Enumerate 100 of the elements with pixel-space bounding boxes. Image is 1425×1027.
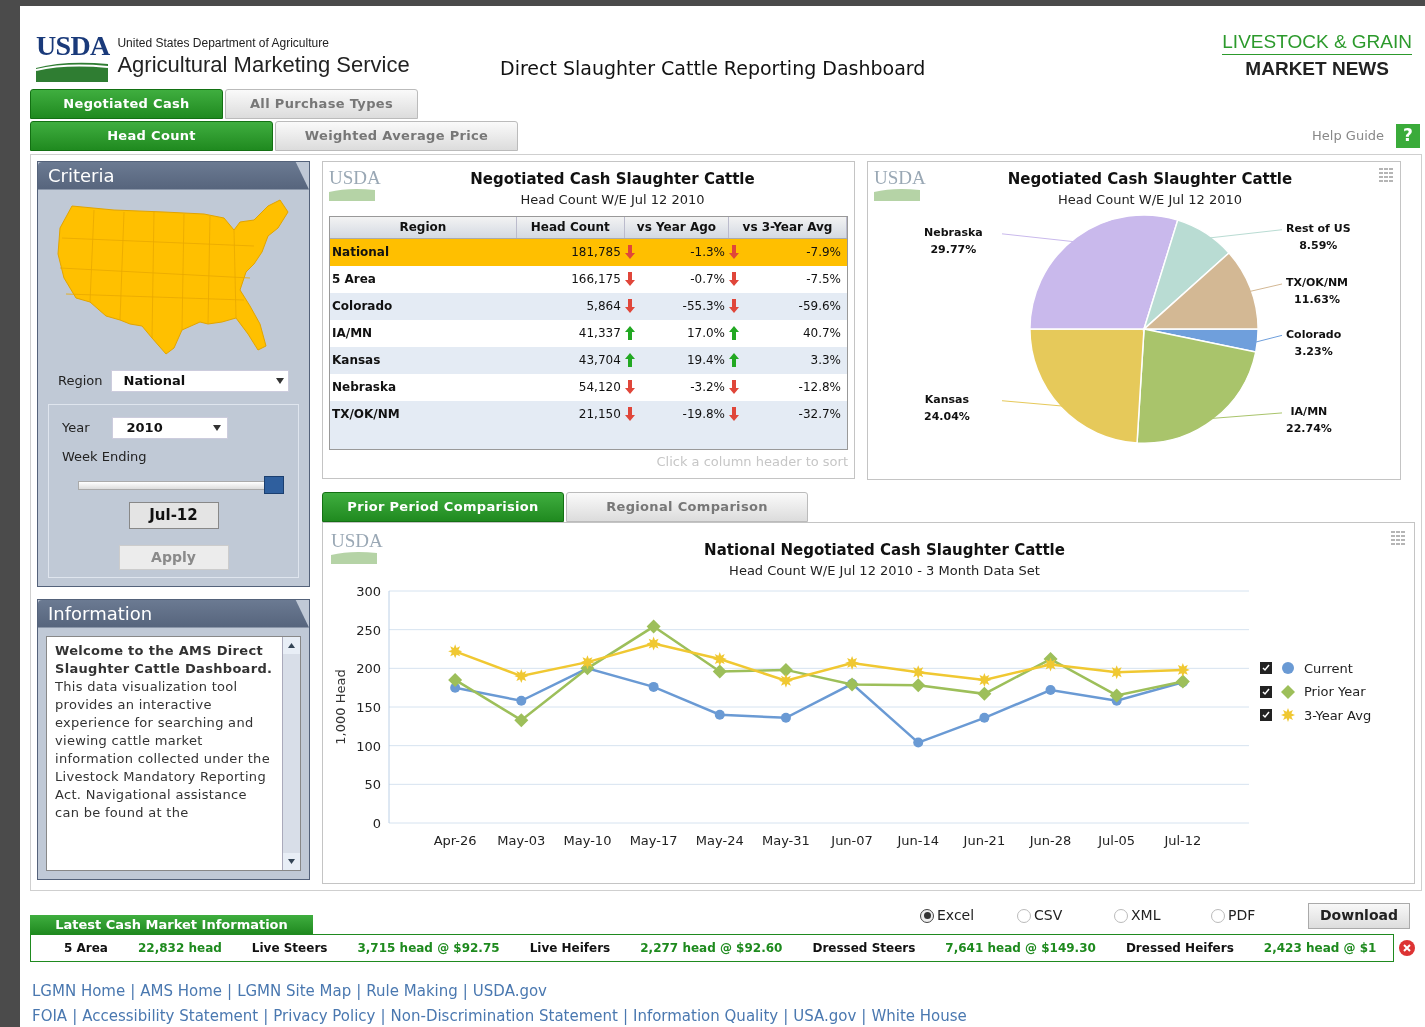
tab[interactable]: Prior Period Comparision [322,491,564,522]
scroll-down-icon[interactable] [283,852,300,870]
leader-line [1254,334,1283,343]
field-logo-icon [329,186,375,201]
table-cell-text: -12.8% [798,379,841,396]
footer-link[interactable]: Information Quality [632,1004,779,1027]
radio-button[interactable] [1114,908,1128,923]
year-dropdown[interactable]: 2010 [111,416,228,439]
footer-link[interactable]: Accessibility Statement [82,1004,259,1027]
link-separator: | [861,1005,867,1027]
link-separator: | [783,1005,789,1027]
dashboard-title: Direct Slaughter Cattle Reporting Dashboard [500,56,926,81]
table-cell-text: -19.8% [682,406,725,423]
tick-label: May-10 [563,832,612,848]
menu-grip-icon[interactable] [1390,530,1406,545]
footer-link[interactable]: Non-Discrimination Statement [390,1004,618,1027]
close-icon[interactable] [1398,939,1416,957]
table-cell-text: Kansas [331,352,382,369]
circle-point [913,737,924,748]
tick-label: May-17 [629,832,678,848]
legend-checkbox[interactable] [1260,709,1272,722]
tab[interactable]: All Purchase Types [225,88,418,119]
panel-title: Information [48,602,153,626]
footer-link[interactable]: AMS Home [140,980,223,1003]
legend-checkbox[interactable] [1260,662,1272,675]
table-cell-text: 5 Area [331,271,377,288]
table-cell-text: -3.2% [690,379,725,396]
week-value: Jul-12 [128,502,219,529]
tab[interactable]: Weighted Average Price [275,120,518,151]
radio-button[interactable] [1211,908,1225,923]
tab[interactable]: Negotiated Cash [30,88,223,119]
tab[interactable]: Head Count [30,120,273,151]
check-icon [1262,687,1270,696]
tick-label: Jun-14 [897,832,939,848]
ticker-label: Dressed Steers [812,940,916,957]
radio-button[interactable] [920,908,934,923]
column-header[interactable]: vs 3-Year Avg [729,216,847,238]
brand-subtitle: MARKET NEWS [1245,56,1389,81]
star-point [845,655,860,670]
table-row[interactable]: Nebraska 54,120 -3.2% -12.8% [330,373,847,401]
column-header[interactable]: Head Count [516,216,625,238]
radio-label: CSV [1034,906,1064,925]
tab[interactable]: Regional Comparison [566,491,808,522]
footer-link[interactable]: FOIA [32,1004,68,1027]
scrollbar[interactable] [282,636,300,870]
slice-value: 11.63% [1294,292,1340,309]
slider-thumb[interactable] [264,476,284,494]
legend-checkbox[interactable] [1260,685,1272,698]
slice-label: Nebraska [924,225,983,242]
table-subtitle: Head Count W/E Jul 12 2010 [520,191,705,209]
table-row[interactable]: IA/MN 41,337 17.0% 40.7% [330,319,847,347]
usda-logo: USDA [36,32,110,60]
footer-link[interactable]: Rule Making [366,980,458,1003]
link-separator: | [227,981,233,1002]
diamond-point [514,712,529,727]
ticker-value: 7,641 head @ $149.30 [945,940,1096,957]
chart-title: National Negotiated Cash Slaughter Cattle [704,539,1065,561]
table-cell-text: 43,704 [577,352,622,369]
check-icon [1262,664,1270,673]
ticker-value: 3,715 head @ $92.75 [357,940,500,957]
table-cell-text: IA/MN [331,325,374,342]
diamond-point [646,619,661,634]
sort-hint: Click a column header to sort [656,453,848,471]
usda-logo: USDA [874,167,926,187]
region-dropdown[interactable]: National [110,369,289,392]
tick-label: 0 [372,815,381,831]
footer-link[interactable]: Privacy Policy [273,1004,376,1027]
download-button[interactable]: Download [1308,902,1410,929]
table-cell-text: 54,120 [577,379,622,396]
circle-point [979,712,990,723]
column-header[interactable]: vs Year Ago [624,216,730,238]
tick-label: 50 [364,776,381,792]
tick-label: Jun-07 [831,832,873,848]
table-row[interactable]: 5 Area 166,175 -0.7% -7.5% [330,265,847,293]
field-logo-icon [874,186,920,201]
radio-label: PDF [1228,906,1257,925]
column-header[interactable]: Region [330,216,517,238]
star-point [778,673,793,688]
footer-link[interactable]: White House [871,1004,967,1027]
footer-link[interactable]: USA.gov [793,1004,857,1027]
footer-link[interactable]: LGMN Home [32,980,126,1003]
table-row[interactable]: National 181,785 -1.3% -7.9% [330,238,847,266]
footer-link[interactable]: USDA.gov [472,980,547,1003]
scroll-up-icon[interactable] [283,636,300,654]
star-point [712,651,727,666]
leader-line [1212,411,1283,419]
slice-value: 3.23% [1294,343,1333,360]
axis-title: 1,000 Head [333,668,348,745]
help-button[interactable]: ? [1396,123,1420,148]
circle-point [648,681,659,692]
star-point [977,672,992,687]
link-separator: | [356,981,362,1002]
menu-grip-icon[interactable] [1378,167,1394,182]
star-point [1175,662,1190,677]
star-point [911,664,926,679]
week-slider[interactable] [78,476,284,494]
footer-link[interactable]: LGMN Site Map [237,980,352,1003]
radio-button[interactable] [1017,908,1031,923]
help-guide-link[interactable]: Help Guide [1312,125,1384,146]
star-point [580,654,595,669]
